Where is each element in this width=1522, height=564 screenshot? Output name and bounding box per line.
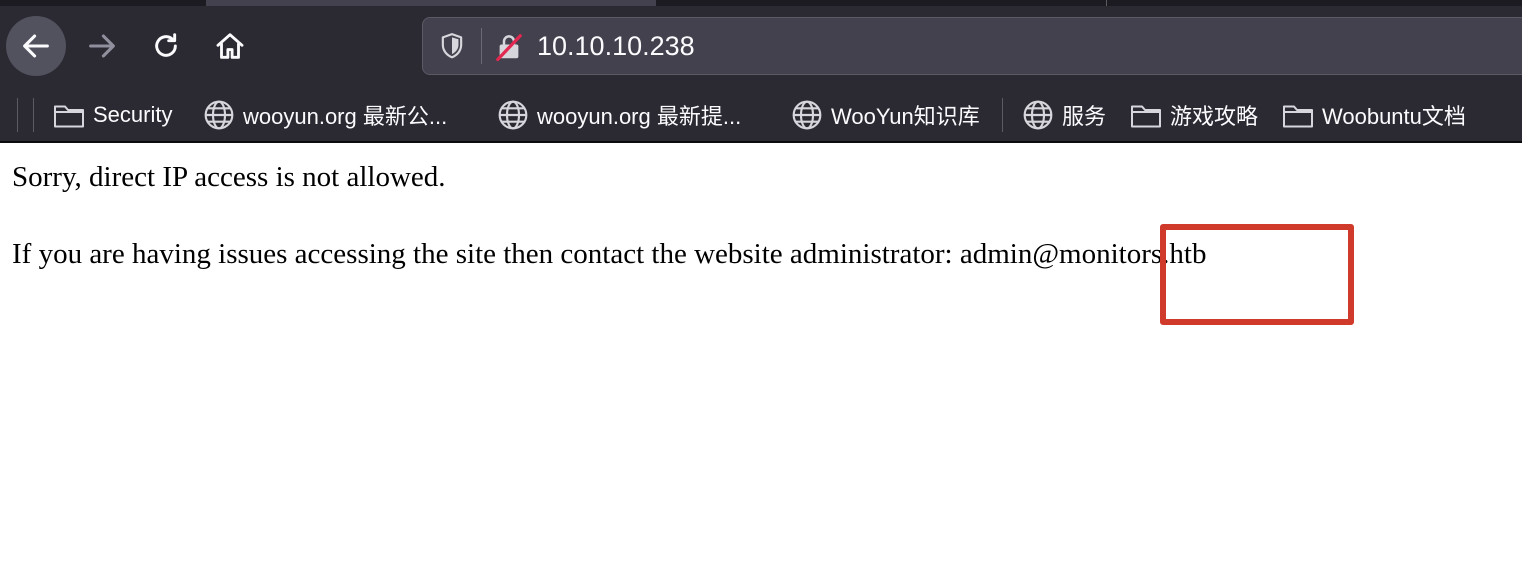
folder-icon — [1281, 98, 1315, 132]
home-button[interactable] — [206, 22, 254, 70]
site-identity-button[interactable] — [493, 31, 525, 63]
bookmark-label: WooYun知识库 — [831, 104, 980, 129]
bookmark-label: wooyun.org 最新公... — [243, 104, 448, 129]
url-text[interactable]: 10.10.10.238 — [537, 18, 695, 74]
reload-icon — [155, 33, 177, 57]
address-bar[interactable]: 10.10.10.238 — [422, 17, 1522, 75]
bookmark-wooyun-knowledge[interactable]: WooYun知识库 — [790, 94, 980, 136]
back-icon — [23, 34, 49, 58]
forward-button[interactable] — [78, 22, 126, 70]
globe-icon — [1021, 98, 1055, 132]
highlight-annotation-box — [1160, 224, 1354, 325]
bookmark-folder-security[interactable]: Security — [52, 94, 172, 136]
home-icon — [216, 33, 244, 59]
bookmark-wooyun-latest-submit[interactable]: wooyun.org 最新提... — [496, 94, 741, 136]
globe-icon — [496, 98, 530, 132]
bookmark-label: Security — [93, 102, 173, 127]
folder-icon — [1129, 98, 1163, 132]
forward-icon — [89, 34, 115, 58]
access-denied-message: Sorry, direct IP access is not allowed. — [12, 161, 446, 193]
bookmark-label: Woobuntu文档 — [1322, 104, 1466, 129]
bookmark-separator — [1002, 98, 1003, 132]
bookmark-separator — [17, 98, 18, 132]
bookmark-services[interactable]: 服务 — [1021, 94, 1106, 136]
globe-icon — [790, 98, 824, 132]
bookmark-folder-game-guides[interactable]: 游戏攻略 — [1129, 94, 1258, 136]
navigation-toolbar: 10.10.10.238 — [0, 6, 1522, 90]
bookmarks-toolbar: Security wooyun.org 最新公... wooyun.org 最新… — [0, 90, 1522, 141]
back-button[interactable] — [6, 16, 66, 76]
tracking-protection-button[interactable] — [437, 31, 467, 61]
contact-admin-message: If you are having issues accessing the s… — [12, 238, 1207, 270]
globe-icon — [202, 98, 236, 132]
insecure-lock-icon — [496, 34, 522, 62]
shield-icon — [441, 33, 463, 59]
bookmark-label: 游戏攻略 — [1170, 104, 1259, 129]
page-content: Sorry, direct IP access is not allowed. … — [0, 143, 1522, 564]
url-divider — [481, 28, 482, 64]
folder-icon — [52, 98, 86, 132]
bookmark-folder-woobuntu-docs[interactable]: Woobuntu文档 — [1281, 94, 1466, 136]
bookmark-label: wooyun.org 最新提... — [537, 104, 742, 129]
bookmark-label: 服务 — [1062, 104, 1107, 129]
bookmark-wooyun-latest-public[interactable]: wooyun.org 最新公... — [202, 94, 447, 136]
bookmark-separator — [33, 98, 34, 132]
reload-button[interactable] — [142, 22, 190, 70]
browser-chrome: 10.10.10.238 Security wooyun.org 最新公... … — [0, 0, 1522, 143]
